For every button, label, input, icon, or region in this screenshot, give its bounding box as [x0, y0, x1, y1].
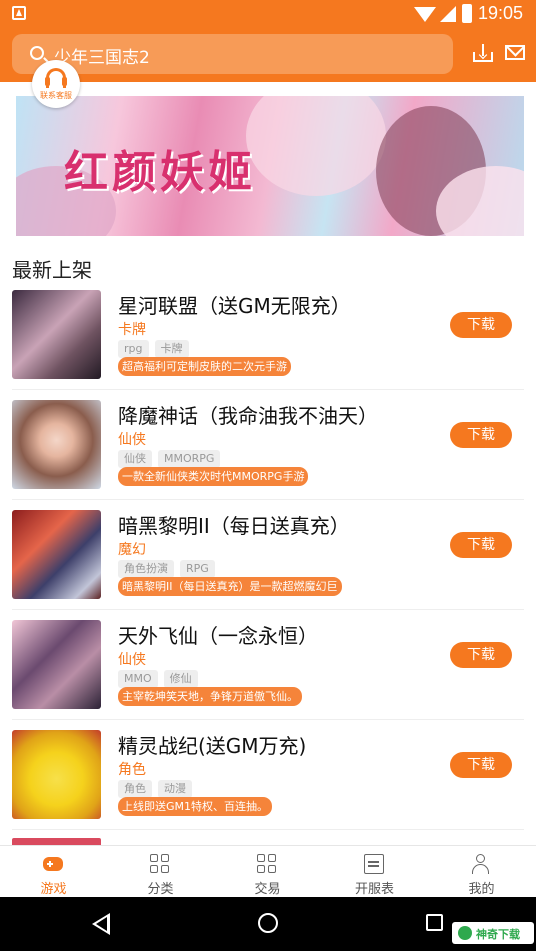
- nav-label: 分类: [147, 882, 174, 897]
- app-header: 少年三国志2: [0, 28, 536, 82]
- search-icon: [30, 46, 44, 60]
- back-icon[interactable]: [92, 913, 110, 935]
- game-list-item[interactable]: 暗黑黎明II（每日送真充） 魔幻 角色扮演 RPG 暗黑黎明II（每日送真充）是一…: [0, 500, 536, 610]
- customer-service-button[interactable]: 联系客服: [32, 60, 80, 108]
- app-notification-icon: [12, 6, 26, 20]
- game-tag: 仙侠: [118, 450, 152, 468]
- grid-icon: [150, 854, 170, 874]
- headset-icon: [45, 68, 67, 88]
- download-icon[interactable]: [473, 44, 493, 62]
- game-thumbnail: [12, 730, 101, 819]
- recent-apps-icon[interactable]: [426, 914, 443, 931]
- nav-label: 交易: [254, 882, 281, 897]
- bottom-nav: 游戏 分类 交易 开服表 我的: [0, 845, 536, 897]
- game-name: 星河联盟（送GM无限充）: [118, 294, 351, 318]
- screen: 19:05 少年三国志2 联系客服 红颜妖姬 最新上架 星河联盟（送GM无限充）…: [0, 0, 536, 951]
- mail-icon[interactable]: [505, 45, 525, 60]
- game-thumbnail: [12, 620, 101, 709]
- game-name: 降魔神话（我命油我不油天）: [118, 404, 378, 428]
- download-button[interactable]: 下载: [450, 532, 512, 558]
- download-button[interactable]: 下载: [450, 422, 512, 448]
- game-tag: 修仙: [163, 670, 198, 688]
- game-description: 一款全新仙侠类次时代MMORPG手游: [118, 467, 309, 486]
- game-thumbnail: [12, 400, 101, 489]
- download-button[interactable]: 下载: [450, 642, 512, 668]
- game-description: 主宰乾坤笑天地，争锋万道傲飞仙。: [118, 687, 302, 706]
- game-tag: 动漫: [158, 780, 192, 798]
- game-genre: 卡牌: [118, 322, 146, 338]
- game-genre: 仙侠: [118, 432, 146, 448]
- gamepad-icon: [43, 857, 63, 871]
- game-genre: 仙侠: [118, 652, 146, 668]
- watermark-logo-icon: [458, 926, 472, 940]
- banner-title: 红颜妖姬: [64, 147, 256, 198]
- game-thumbnail: [12, 510, 101, 599]
- grid-icon: [257, 854, 277, 874]
- download-button[interactable]: 下载: [450, 312, 512, 338]
- game-tag: RPG: [180, 560, 215, 578]
- game-tag: 角色: [118, 780, 152, 798]
- game-description: 超高福利可定制皮肤的二次元手游: [118, 357, 291, 376]
- game-tags: 角色扮演 RPG: [118, 560, 221, 578]
- game-name: 天外飞仙（一念永恒）: [118, 624, 318, 648]
- game-tag: 角色扮演: [118, 560, 174, 578]
- divider: [12, 829, 524, 830]
- battery-icon: [462, 4, 472, 23]
- game-tags: MMO 修仙: [118, 670, 204, 688]
- game-list-item[interactable]: 天外飞仙（一念永恒） 仙侠 MMO 修仙 主宰乾坤笑天地，争锋万道傲飞仙。 下载: [0, 610, 536, 720]
- game-tag: rpg: [118, 340, 149, 358]
- signal-icon: [440, 6, 456, 22]
- watermark: 神奇下载: [452, 922, 534, 944]
- game-description: 暗黑黎明II（每日送真充）是一款超燃魔幻巨: [118, 577, 342, 596]
- nav-tab-trade[interactable]: 交易: [214, 846, 321, 898]
- nav-label: 我的: [468, 882, 495, 897]
- game-thumbnail: [12, 290, 101, 379]
- game-tags: 仙侠 MMORPG: [118, 450, 226, 468]
- watermark-text: 神奇下载: [476, 928, 520, 941]
- nav-tab-games[interactable]: 游戏: [0, 846, 107, 898]
- game-description: 上线即送GM1特权、百连抽。: [118, 797, 273, 816]
- home-icon[interactable]: [258, 913, 278, 933]
- game-genre: 魔幻: [118, 542, 146, 558]
- nav-label: 开服表: [354, 882, 394, 897]
- game-tag: MMO: [118, 670, 158, 688]
- game-list-item[interactable]: 精灵战纪(送GM万充) 角色 角色 动漫 上线即送GM1特权、百连抽。 下载: [0, 720, 536, 830]
- nav-tab-server-list[interactable]: 开服表: [321, 846, 428, 898]
- status-time: 19:05: [478, 3, 524, 23]
- nav-tab-category[interactable]: 分类: [107, 846, 214, 898]
- game-tag: 卡牌: [154, 340, 189, 358]
- section-title: 最新上架: [12, 258, 92, 282]
- customer-service-label: 联系客服: [40, 91, 72, 100]
- game-tags: 角色 动漫: [118, 780, 198, 798]
- promo-banner[interactable]: 红颜妖姬: [16, 96, 524, 236]
- calendar-icon: [364, 854, 384, 874]
- game-list-item[interactable]: 降魔神话（我命油我不油天） 仙侠 仙侠 MMORPG 一款全新仙侠类次时代MMOR…: [0, 390, 536, 500]
- game-genre: 角色: [118, 762, 146, 778]
- person-icon: [471, 854, 491, 874]
- game-tag: MMORPG: [158, 450, 221, 468]
- game-name: 暗黑黎明II（每日送真充）: [118, 514, 350, 538]
- nav-label: 游戏: [40, 882, 67, 897]
- status-bar: 19:05: [0, 0, 536, 28]
- download-button[interactable]: 下载: [450, 752, 512, 778]
- game-list-item[interactable]: 星河联盟（送GM无限充） 卡牌 rpg 卡牌 超高福利可定制皮肤的二次元手游 下载: [0, 280, 536, 390]
- nav-tab-profile[interactable]: 我的: [428, 846, 535, 898]
- game-tags: rpg 卡牌: [118, 340, 195, 358]
- search-input[interactable]: 少年三国志2: [12, 34, 453, 74]
- wifi-icon: [414, 7, 436, 22]
- game-name: 精灵战纪(送GM万充): [118, 734, 307, 758]
